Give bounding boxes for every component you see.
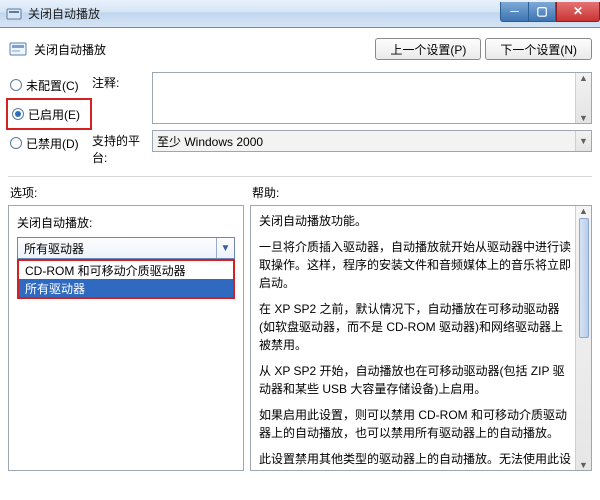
policy-icon [8,39,28,59]
help-panel: 关闭自动播放功能。 一旦将介质插入驱动器，自动播放就开始从驱动器中进行读取操作。… [250,205,592,471]
radio-label: 已启用(E) [28,106,80,123]
radio-unconfigured[interactable]: 未配置(C) [8,75,92,95]
scroll-up-icon[interactable]: ▲ [579,206,588,216]
radio-icon [12,108,24,120]
options-label: 选项: [8,184,250,201]
scrollbar[interactable]: ▼ [575,131,591,151]
help-text: 此设置禁用其他类型的驱动器上的自动播放。无法使用此设置在默认情况下已禁用的自动播… [259,450,573,471]
highlight-box-enabled: 已启用(E) [6,98,92,130]
help-text: 在 XP SP2 之前，默认情况下，自动播放在可移动驱动器(如软盘驱动器，而不是… [259,300,573,354]
radio-label: 已禁用(D) [26,135,79,152]
help-text: 如果启用此设置，则可以禁用 CD-ROM 和可移动介质驱动器上的自动播放，也可以… [259,406,573,442]
scrollbar[interactable]: ▲▼ [575,73,591,123]
next-setting-button[interactable]: 下一个设置(N) [485,38,592,60]
comment-label: 注释: [92,72,152,91]
close-button[interactable]: ✕ [556,2,600,22]
separator [8,176,592,177]
drive-type-list: CD-ROM 和可移动介质驱动器 所有驱动器 [17,259,235,299]
options-section-label: 关闭自动播放: [17,214,235,231]
scroll-down-icon[interactable]: ▼ [579,460,588,470]
radio-label: 未配置(C) [26,77,79,94]
list-item[interactable]: CD-ROM 和可移动介质驱动器 [19,261,233,279]
prev-setting-button[interactable]: 上一个设置(P) [375,38,481,60]
scrollbar[interactable]: ▲ ▼ [575,206,591,470]
header-row: 关闭自动播放 上一个设置(P) 下一个设置(N) [8,34,592,64]
app-icon [6,6,22,22]
platform-value: 至少 Windows 2000 [157,133,263,150]
combo-value: 所有驱动器 [24,240,84,257]
platform-field: 至少 Windows 2000 ▼ [152,130,592,152]
page-title: 关闭自动播放 [34,41,371,58]
window-title: 关闭自动播放 [28,5,500,22]
help-text: 从 XP SP2 开始，自动播放也在可移动驱动器(包括 ZIP 驱动器和某些 U… [259,362,573,398]
radio-enabled[interactable]: 已启用(E) [10,104,88,124]
drive-type-combo[interactable]: 所有驱动器 ▼ [17,237,235,259]
maximize-button[interactable]: ▢ [528,2,556,22]
comment-textarea[interactable]: ▲▼ [152,72,592,124]
titlebar: 关闭自动播放 ─ ▢ ✕ [0,0,600,28]
scroll-thumb[interactable] [579,218,589,338]
radio-disabled[interactable]: 已禁用(D) [8,133,92,153]
help-label: 帮助: [250,184,592,201]
options-panel: 关闭自动播放: 所有驱动器 ▼ CD-ROM 和可移动介质驱动器 所有驱动器 [8,205,244,471]
radio-group: 未配置(C) 已启用(E) 已禁用(D) [8,72,92,166]
minimize-button[interactable]: ─ [500,2,528,22]
list-item[interactable]: 所有驱动器 [19,279,233,297]
help-text: 一旦将介质插入驱动器，自动播放就开始从驱动器中进行读取操作。这样，程序的安装文件… [259,238,573,292]
radio-icon [10,137,22,149]
help-text: 关闭自动播放功能。 [259,212,573,230]
chevron-down-icon: ▼ [216,238,234,258]
radio-icon [10,79,22,91]
platform-label: 支持的平台: [92,130,152,166]
